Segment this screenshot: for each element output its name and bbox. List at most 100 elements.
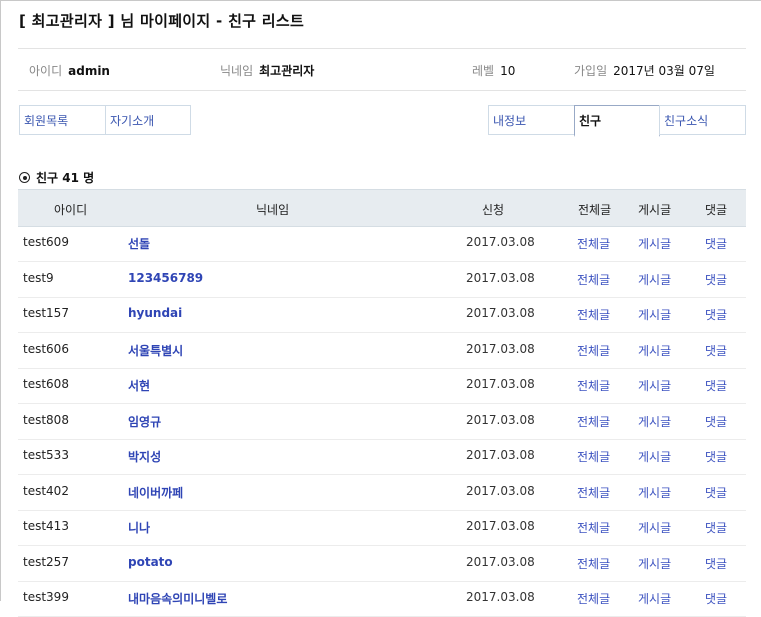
request-date: 2017.03.08 [466, 341, 535, 356]
comments-link[interactable]: 댓글 [705, 235, 727, 252]
table-row: test808 임영규 2017.03.08 전체글 게시글 댓글 [18, 405, 746, 440]
comments-link[interactable]: 댓글 [705, 484, 727, 501]
request-date: 2017.03.08 [466, 590, 535, 604]
request-date: 2017.03.08 [466, 412, 535, 427]
tab-self-intro[interactable]: 자기소개 [105, 105, 191, 135]
friend-nickname-link[interactable]: hyundai [128, 306, 182, 320]
comments-link[interactable]: 댓글 [705, 342, 727, 359]
friend-id: test402 [23, 483, 69, 498]
tab-my-info[interactable]: 내정보 [488, 105, 575, 135]
comments-link[interactable]: 댓글 [705, 590, 727, 607]
request-date: 2017.03.08 [466, 483, 535, 498]
profile-joined-value: 2017년 03월 07일 [613, 64, 715, 78]
profile-level-label: 레벨 [472, 64, 495, 78]
friend-id: test399 [23, 590, 69, 604]
all-posts-link[interactable]: 전체글 [577, 555, 610, 572]
friend-nickname-link[interactable]: 서울특별시 [128, 342, 183, 359]
comments-link[interactable]: 댓글 [705, 448, 727, 465]
tab-member-list[interactable]: 회원목록 [19, 105, 106, 135]
profile-level: 레벨 10 [472, 62, 515, 79]
posts-link[interactable]: 게시글 [638, 448, 671, 465]
request-date: 2017.03.08 [466, 235, 535, 249]
friend-id: test413 [23, 519, 69, 533]
all-posts-link[interactable]: 전체글 [577, 413, 610, 430]
friend-nickname-link[interactable]: 니나 [128, 519, 150, 536]
comments-link[interactable]: 댓글 [705, 306, 727, 323]
friend-count-label: 친구 41 명 [36, 171, 95, 185]
request-date: 2017.03.08 [466, 519, 535, 533]
friend-nickname-link[interactable]: 서현 [128, 377, 150, 394]
friend-nickname-link[interactable]: 내마음속의미니벨로 [128, 590, 227, 607]
request-date: 2017.03.08 [466, 377, 535, 391]
friend-id: test808 [23, 412, 69, 427]
request-date: 2017.03.08 [466, 306, 535, 320]
friend-nickname-link[interactable]: 네이버까페 [128, 484, 183, 501]
posts-link[interactable]: 게시글 [638, 306, 671, 323]
request-date: 2017.03.08 [466, 448, 535, 462]
all-posts-link[interactable]: 전체글 [577, 235, 610, 252]
posts-link[interactable]: 게시글 [638, 377, 671, 394]
divider [18, 48, 746, 49]
comments-link[interactable]: 댓글 [705, 377, 727, 394]
posts-link[interactable]: 게시글 [638, 484, 671, 501]
request-date: 2017.03.08 [466, 270, 535, 285]
friend-id: test608 [23, 377, 69, 391]
table-row: test157 hyundai 2017.03.08 전체글 게시글 댓글 [18, 298, 746, 333]
friend-id: test606 [23, 341, 69, 356]
comments-link[interactable]: 댓글 [705, 555, 727, 572]
friend-nickname-link[interactable]: 박지성 [128, 448, 161, 465]
all-posts-link[interactable]: 전체글 [577, 484, 610, 501]
target-icon [19, 172, 30, 183]
all-posts-link[interactable]: 전체글 [577, 377, 610, 394]
table-header: 아이디 닉네임 신청 전체글 게시글 댓글 [18, 189, 746, 227]
header-comments: 댓글 [705, 203, 728, 217]
friend-nickname-link[interactable]: 123456789 [128, 271, 203, 285]
header-posts: 게시글 [638, 203, 672, 217]
posts-link[interactable]: 게시글 [638, 555, 671, 572]
page-title: [ 최고관리자 ] 님 마이페이지 - 친구 리스트 [19, 12, 305, 30]
all-posts-link[interactable]: 전체글 [577, 342, 610, 359]
profile-nickname-value: 최고관리자 [259, 64, 315, 78]
all-posts-link[interactable]: 전체글 [577, 306, 610, 323]
table-row: test606 서울특별시 2017.03.08 전체글 게시글 댓글 [18, 334, 746, 369]
table-row: test399 내마음속의미니벨로 2017.03.08 전체글 게시글 댓글 [18, 582, 746, 617]
table-row: test533 박지성 2017.03.08 전체글 게시글 댓글 [18, 440, 746, 475]
all-posts-link[interactable]: 전체글 [577, 519, 610, 536]
divider [18, 90, 746, 91]
all-posts-link[interactable]: 전체글 [577, 271, 610, 288]
friend-count: 친구 41 명 [19, 169, 94, 186]
table-row: test402 네이버까페 2017.03.08 전체글 게시글 댓글 [18, 476, 746, 511]
friend-nickname-link[interactable]: 선돌 [128, 235, 150, 252]
tab-friend-news[interactable]: 친구소식 [659, 105, 746, 135]
all-posts-link[interactable]: 전체글 [577, 448, 610, 465]
comments-link[interactable]: 댓글 [705, 519, 727, 536]
posts-link[interactable]: 게시글 [638, 271, 671, 288]
header-nickname: 닉네임 [256, 203, 290, 217]
profile-nickname-label: 닉네임 [220, 64, 254, 78]
profile-id-value: admin [68, 64, 110, 78]
profile-level-value: 10 [500, 64, 516, 78]
friend-id: test533 [23, 448, 69, 462]
header-id: 아이디 [54, 203, 88, 217]
table-row: test9 123456789 2017.03.08 전체글 게시글 댓글 [18, 263, 746, 298]
table-row: test257 potato 2017.03.08 전체글 게시글 댓글 [18, 547, 746, 582]
profile-id: 아이디 admin [29, 62, 110, 79]
tab-friends[interactable]: 친구 [574, 105, 660, 137]
posts-link[interactable]: 게시글 [638, 590, 671, 607]
comments-link[interactable]: 댓글 [705, 413, 727, 430]
friend-id: test609 [23, 235, 69, 249]
friend-nickname-link[interactable]: potato [128, 555, 173, 569]
header-date: 신청 [482, 203, 505, 217]
profile-id-label: 아이디 [29, 64, 63, 78]
all-posts-link[interactable]: 전체글 [577, 590, 610, 607]
posts-link[interactable]: 게시글 [638, 235, 671, 252]
posts-link[interactable]: 게시글 [638, 342, 671, 359]
friend-id: test9 [23, 270, 54, 285]
posts-link[interactable]: 게시글 [638, 519, 671, 536]
friend-nickname-link[interactable]: 임영규 [128, 413, 161, 430]
profile-nickname: 닉네임 최고관리자 [220, 62, 314, 79]
comments-link[interactable]: 댓글 [705, 271, 727, 288]
profile-joined-label: 가입일 [574, 64, 608, 78]
posts-link[interactable]: 게시글 [638, 413, 671, 430]
table-row: test413 니나 2017.03.08 전체글 게시글 댓글 [18, 511, 746, 546]
